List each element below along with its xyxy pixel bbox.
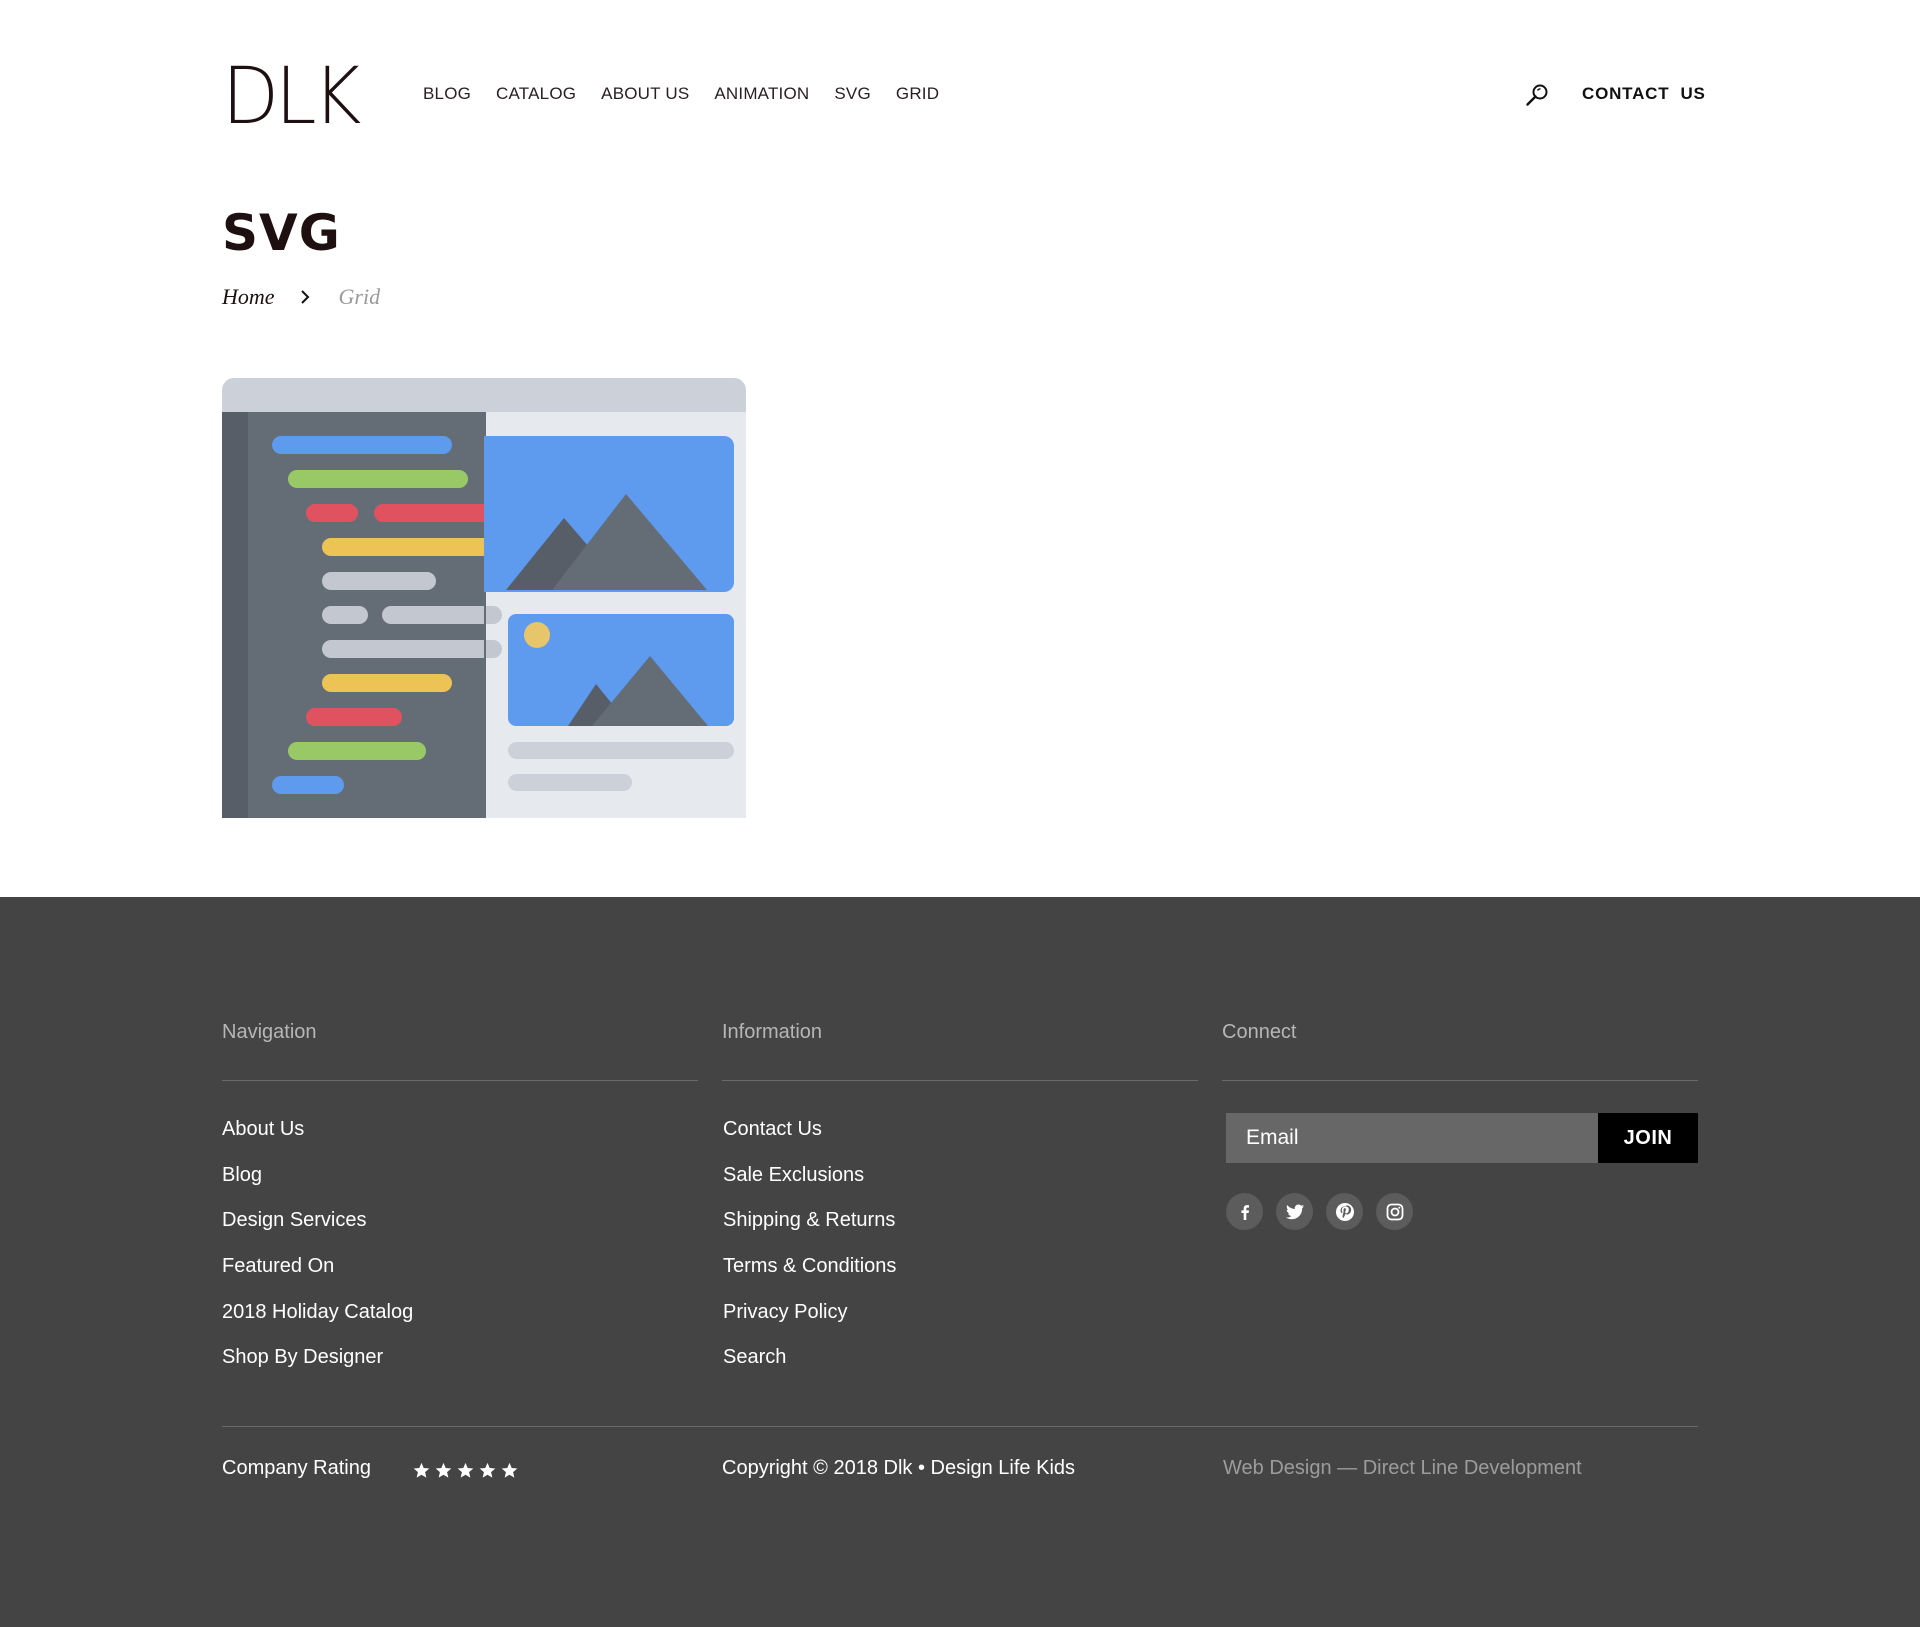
search-icon[interactable]: [1524, 82, 1550, 108]
rating-stars: [413, 1462, 518, 1479]
email-field[interactable]: [1226, 1113, 1598, 1163]
social-links: [1226, 1193, 1413, 1230]
footer-link-contact-us[interactable]: Contact Us: [723, 1118, 822, 1140]
footer-link-search[interactable]: Search: [723, 1346, 786, 1368]
list-item: Sale Exclusions: [723, 1163, 896, 1209]
star-icon: [479, 1462, 496, 1478]
newsletter-form: JOIN: [1226, 1113, 1698, 1163]
list-item: Featured On: [222, 1254, 413, 1300]
join-button[interactable]: JOIN: [1598, 1113, 1698, 1163]
copyright-text: Copyright © 2018 Dlk • Design Life Kids: [722, 1457, 1076, 1479]
breadcrumb-current: Grid: [338, 284, 381, 309]
logo[interactable]: DLK: [222, 58, 365, 136]
list-item: Design Services: [222, 1208, 413, 1254]
list-item: Contact Us: [723, 1117, 896, 1163]
footer-link-blog[interactable]: Blog: [222, 1164, 262, 1186]
nav-svg[interactable]: SVG: [834, 84, 871, 104]
divider: [222, 1080, 698, 1081]
list-item: Terms & Conditions: [723, 1254, 896, 1300]
footer-link-sale-exclusions[interactable]: Sale Exclusions: [723, 1164, 864, 1186]
instagram-icon[interactable]: [1376, 1193, 1413, 1230]
list-item: Blog: [222, 1163, 413, 1209]
pinterest-icon[interactable]: [1326, 1193, 1363, 1230]
footer-link-about-us[interactable]: About Us: [222, 1118, 304, 1140]
divider: [1222, 1080, 1698, 1081]
nav-catalog[interactable]: CATALOG: [496, 84, 576, 104]
star-icon: [435, 1462, 452, 1478]
code-editor-illustration: [222, 378, 746, 818]
footer-link-featured-on[interactable]: Featured On: [222, 1255, 334, 1277]
web-design-credit[interactable]: Web Design — Direct Line Development: [1223, 1457, 1582, 1480]
contact-us-link[interactable]: CONTACT US: [1582, 84, 1706, 104]
footer-link-holiday-catalog[interactable]: 2018 Holiday Catalog: [222, 1301, 413, 1323]
main-nav: BLOG CATALOG ABOUT US ANIMATION SVG GRID: [423, 84, 964, 104]
list-item: Search: [723, 1345, 896, 1391]
logo-text: DLK: [222, 52, 361, 142]
star-icon: [457, 1462, 474, 1478]
star-icon: [501, 1462, 518, 1478]
facebook-icon[interactable]: [1226, 1193, 1263, 1230]
footer-navigation-title: Navigation: [222, 1021, 317, 1043]
footer-link-privacy-policy[interactable]: Privacy Policy: [723, 1301, 847, 1323]
footer-link-shop-by-designer[interactable]: Shop By Designer: [222, 1346, 383, 1368]
list-item: Shipping & Returns: [723, 1208, 896, 1254]
nav-grid[interactable]: GRID: [896, 84, 939, 104]
nav-animation[interactable]: ANIMATION: [714, 84, 809, 104]
nav-about-us[interactable]: ABOUT US: [601, 84, 689, 104]
footer-information-title: Information: [722, 1021, 823, 1043]
list-item: About Us: [222, 1117, 413, 1163]
site-footer: Navigation About Us Blog Design Services…: [0, 897, 1920, 1627]
footer-connect-title: Connect: [1222, 1021, 1297, 1043]
breadcrumb-home[interactable]: Home: [222, 284, 275, 310]
nav-blog[interactable]: BLOG: [423, 84, 471, 104]
list-item: 2018 Holiday Catalog: [222, 1300, 413, 1346]
company-rating-label: Company Rating: [222, 1457, 371, 1479]
list-item: Shop By Designer: [222, 1345, 413, 1391]
footer-information-list: Contact Us Sale Exclusions Shipping & Re…: [723, 1117, 896, 1391]
site-header: DLK BLOG CATALOG ABOUT US ANIMATION SVG …: [0, 0, 1920, 190]
divider: [222, 1426, 1698, 1427]
footer-link-terms-conditions[interactable]: Terms & Conditions: [723, 1255, 896, 1277]
twitter-icon[interactable]: [1276, 1193, 1313, 1230]
page-title: SVG: [222, 204, 341, 262]
footer-link-shipping-returns[interactable]: Shipping & Returns: [723, 1209, 895, 1231]
footer-navigation-list: About Us Blog Design Services Featured O…: [222, 1117, 413, 1391]
footer-link-design-services[interactable]: Design Services: [222, 1209, 367, 1231]
chevron-right-icon: [300, 290, 309, 304]
breadcrumb: Home Grid: [222, 284, 380, 310]
divider: [722, 1080, 1198, 1081]
star-icon: [413, 1462, 430, 1478]
list-item: Privacy Policy: [723, 1300, 896, 1346]
